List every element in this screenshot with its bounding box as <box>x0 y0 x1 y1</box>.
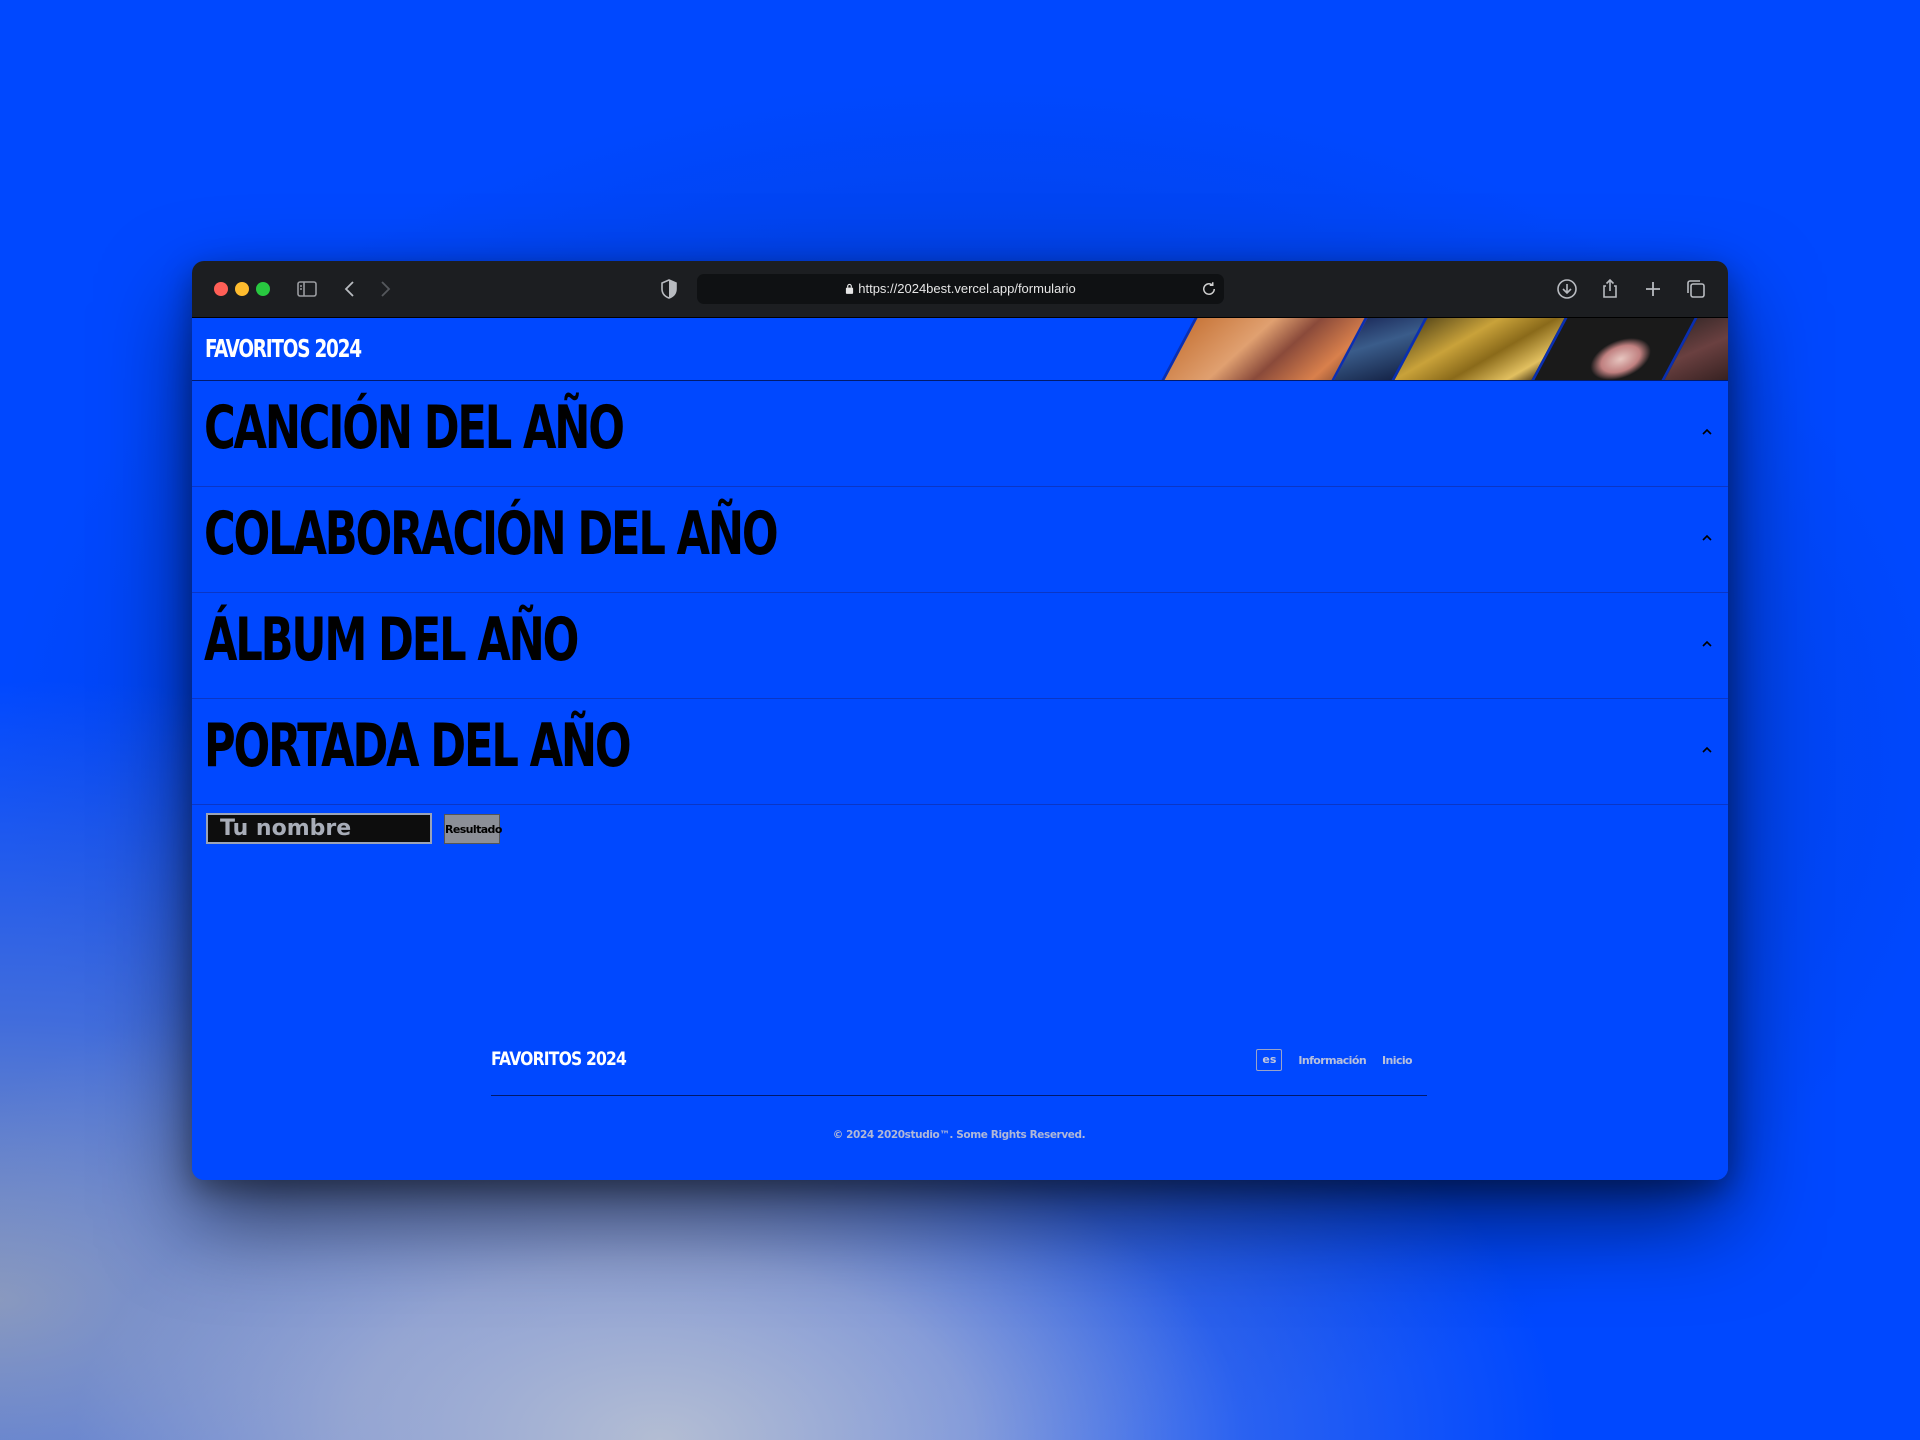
chevron-left-icon[interactable] <box>338 277 362 301</box>
footer-divider <box>491 1095 1427 1096</box>
accordion-item-album[interactable]: ÁLBUM DEL AÑO <box>192 593 1728 699</box>
minimize-window-button[interactable] <box>235 282 249 296</box>
download-icon[interactable] <box>1555 277 1579 301</box>
address-text-row: https://2024best.vercel.app/formulario <box>697 281 1224 296</box>
lock-icon <box>846 283 854 294</box>
site-brand[interactable]: FAVORITOS 2024 <box>205 334 362 363</box>
footer-nav: es Información Inicio <box>1256 1048 1413 1072</box>
zoom-window-button[interactable] <box>256 282 270 296</box>
reload-icon[interactable] <box>1200 280 1218 298</box>
chevron-right-icon[interactable] <box>373 277 397 301</box>
accordion-title: CANCIÓN DEL AÑO <box>204 393 625 463</box>
browser-window: https://2024best.vercel.app/formulario F… <box>192 261 1728 1180</box>
language-toggle[interactable]: es <box>1256 1049 1283 1071</box>
url-text: https://2024best.vercel.app/formulario <box>858 281 1076 296</box>
result-button[interactable]: Resultado <box>444 814 502 844</box>
header-image-collage <box>1158 318 1728 380</box>
site-header: FAVORITOS 2024 <box>192 318 1728 381</box>
accordion-title: ÁLBUM DEL AÑO <box>204 605 579 675</box>
shield-icon[interactable] <box>657 277 681 301</box>
accordion-item-colaboracion[interactable]: COLABORACIÓN DEL AÑO <box>192 487 1728 593</box>
accordion-item-cancion[interactable]: CANCIÓN DEL AÑO <box>192 381 1728 487</box>
copyright-text: © 2024 2020studio™. Some Rights Reserved… <box>832 1129 1086 1141</box>
tabs-overview-icon[interactable] <box>1684 277 1708 301</box>
chevron-up-icon[interactable] <box>1698 529 1716 547</box>
sidebar-icon[interactable] <box>295 277 319 301</box>
page-content: FAVORITOS 2024 CANCIÓN DEL AÑO COLABORAC… <box>192 318 1728 1180</box>
share-icon[interactable] <box>1598 277 1622 301</box>
plus-icon[interactable] <box>1641 277 1665 301</box>
chevron-up-icon[interactable] <box>1698 741 1716 759</box>
footer-link-informacion[interactable]: Información <box>1298 1054 1366 1067</box>
chevron-up-icon[interactable] <box>1698 423 1716 441</box>
accordion-title: COLABORACIÓN DEL AÑO <box>204 499 779 569</box>
chevron-up-icon[interactable] <box>1698 635 1716 653</box>
footer-link-inicio[interactable]: Inicio <box>1382 1054 1413 1067</box>
address-bar[interactable]: https://2024best.vercel.app/formulario <box>697 274 1224 304</box>
accordion-item-portada[interactable]: PORTADA DEL AÑO <box>192 699 1728 805</box>
browser-toolbar: https://2024best.vercel.app/formulario <box>192 261 1728 318</box>
close-window-button[interactable] <box>214 282 228 296</box>
footer-brand[interactable]: FAVORITOS 2024 <box>491 1048 627 1070</box>
accordion-title: PORTADA DEL AÑO <box>204 711 632 781</box>
name-input[interactable] <box>206 813 432 844</box>
